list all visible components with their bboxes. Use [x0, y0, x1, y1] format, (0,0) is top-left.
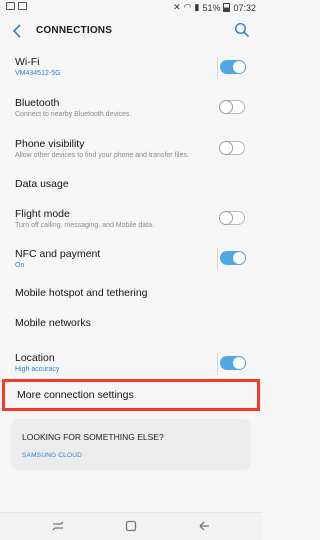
location-title: Location: [15, 352, 55, 364]
home-icon[interactable]: [123, 518, 139, 534]
bluetooth-subtitle: Connect to nearby Bluetooth devices.: [15, 111, 132, 118]
navigation-bar: [0, 512, 262, 540]
mobile-hotspot-title: Mobile hotspot and tethering: [15, 287, 148, 299]
nfc-payment-row[interactable]: NFC and payment On: [0, 239, 262, 279]
row-divider: [217, 248, 218, 270]
image-notification-icon: [6, 2, 15, 10]
phone-visibility-toggle[interactable]: [219, 141, 245, 155]
nfc-toggle[interactable]: [220, 251, 246, 265]
flight-mode-subtitle: Turn off calling, messaging, and Mobile …: [15, 222, 154, 229]
bluetooth-title: Bluetooth: [15, 97, 60, 109]
back-nav-icon[interactable]: [196, 518, 212, 534]
mobile-networks-title: Mobile networks: [15, 317, 91, 329]
battery-icon: [223, 3, 231, 12]
wifi-title: Wi-Fi: [15, 56, 40, 68]
status-indicators: ✕ ◠ ▮ 51% 07:32: [173, 2, 256, 13]
samsung-cloud-link[interactable]: SAMSUNG CLOUD: [22, 452, 82, 459]
mobile-hotspot-row[interactable]: Mobile hotspot and tethering: [0, 279, 262, 309]
toggle-knob: [232, 60, 246, 74]
more-connection-settings-row[interactable]: More connection settings: [2, 379, 260, 411]
toggle-knob: [232, 356, 246, 370]
back-arrow-icon[interactable]: [10, 22, 26, 40]
wifi-toggle[interactable]: [220, 60, 246, 74]
status-bar: ✕ ◠ ▮ 51% 07:32: [0, 0, 262, 14]
recents-icon[interactable]: [50, 518, 66, 534]
toggle-knob: [232, 251, 246, 265]
flight-mode-toggle[interactable]: [219, 211, 245, 225]
row-divider: [217, 353, 218, 375]
nfc-payment-title: NFC and payment: [15, 248, 101, 260]
search-icon[interactable]: [234, 22, 250, 38]
mute-icon: ✕: [173, 2, 181, 12]
toggle-knob: [219, 100, 233, 114]
clock: 07:32: [233, 2, 256, 13]
phone-visibility-subtitle: Allow other devices to find your phone a…: [15, 152, 189, 159]
signal-icon: ▮: [194, 2, 200, 12]
nfc-status: On: [15, 262, 25, 269]
suggestion-card-title: LOOKING FOR SOMETHING ELSE?: [22, 432, 164, 442]
bluetooth-row[interactable]: Bluetooth Connect to nearby Bluetooth de…: [0, 88, 262, 128]
wifi-icon: ◠: [183, 2, 192, 12]
gallery-notification-icon: [18, 2, 27, 10]
data-usage-title: Data usage: [15, 178, 69, 190]
phone-visibility-title: Phone visibility: [15, 138, 85, 150]
phone-visibility-row[interactable]: Phone visibility Allow other devices to …: [0, 128, 262, 168]
wifi-row[interactable]: Wi-Fi VM434512-5G: [0, 48, 262, 88]
mobile-networks-row[interactable]: Mobile networks: [0, 309, 262, 339]
location-toggle[interactable]: [220, 356, 246, 370]
bluetooth-toggle[interactable]: [219, 100, 245, 114]
page-title: CONNECTIONS: [36, 25, 113, 36]
row-divider: [217, 57, 218, 79]
data-usage-row[interactable]: Data usage: [0, 168, 262, 199]
flight-mode-row[interactable]: Flight mode Turn off calling, messaging,…: [0, 199, 262, 239]
location-mode: High accuracy: [15, 366, 60, 373]
suggestion-card: LOOKING FOR SOMETHING ELSE? SAMSUNG CLOU…: [11, 419, 251, 470]
notification-icons: [6, 2, 27, 10]
battery-percent: 51%: [202, 2, 221, 13]
wifi-network-name: VM434512-5G: [15, 70, 61, 77]
toggle-knob: [219, 211, 233, 225]
app-bar: CONNECTIONS: [0, 14, 262, 48]
toggle-knob: [219, 141, 233, 155]
more-connection-settings-title: More connection settings: [17, 389, 134, 401]
flight-mode-title: Flight mode: [15, 208, 70, 220]
